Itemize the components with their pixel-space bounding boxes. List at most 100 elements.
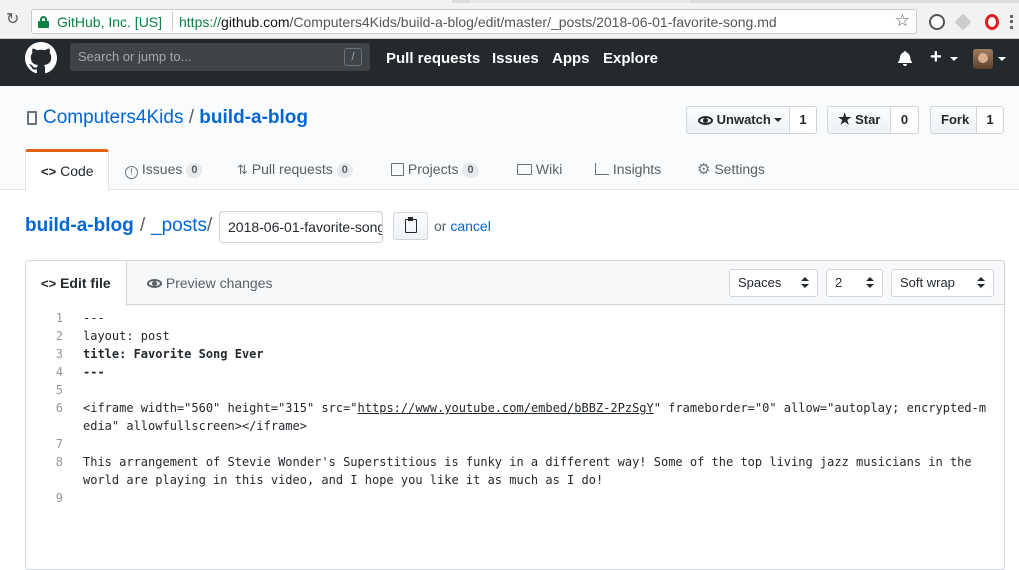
tab-settings-label: Settings bbox=[714, 161, 765, 177]
repo-title: Computers4Kids / build-a-blog bbox=[43, 107, 308, 129]
line-number: 9 bbox=[55, 491, 63, 505]
git-pull-request-icon: ⇅ bbox=[237, 162, 248, 177]
code-area[interactable]: 1 --- 2 layout: post 3 title: Favorite S… bbox=[26, 309, 1004, 507]
extension-icon[interactable] bbox=[929, 14, 945, 30]
code-line: 1 --- bbox=[26, 309, 1004, 327]
preview-changes-tab[interactable]: Preview changes bbox=[147, 261, 273, 305]
watch-count[interactable]: 1 bbox=[790, 106, 817, 134]
filename-input[interactable]: 2018-06-01-favorite-song.md bbox=[219, 211, 383, 243]
opera-extension-icon[interactable] bbox=[985, 14, 999, 30]
chevron-down-icon bbox=[774, 118, 783, 122]
nav-pull-requests[interactable]: Pull requests bbox=[386, 50, 480, 67]
tab-settings[interactable]: ⚙ Settings bbox=[697, 149, 765, 190]
code-line: 9 bbox=[26, 489, 1004, 507]
tab-issues[interactable]: ! Issues 0 bbox=[125, 149, 203, 190]
clippy-icon bbox=[404, 217, 417, 233]
github-logo-icon[interactable] bbox=[25, 42, 57, 74]
line-number: 7 bbox=[55, 437, 63, 451]
address-bar[interactable]: GitHub, Inc. [US] https://github.com/Com… bbox=[31, 9, 917, 34]
select-arrows-icon bbox=[801, 277, 809, 289]
graph-icon bbox=[595, 163, 609, 175]
code-icon: <> bbox=[41, 164, 57, 179]
line-number: 1 bbox=[55, 311, 63, 325]
star-button[interactable]: ★ Star bbox=[827, 106, 891, 134]
url-divider bbox=[172, 12, 173, 30]
eye-icon bbox=[698, 116, 713, 125]
select-arrows-icon bbox=[866, 277, 874, 289]
indent-mode-value: Spaces bbox=[738, 275, 782, 290]
tab-insights-label: Insights bbox=[612, 161, 662, 177]
tab-projects[interactable]: Projects 0 bbox=[391, 149, 479, 190]
lock-icon bbox=[38, 16, 49, 28]
edit-file-tab[interactable]: <> Edit file bbox=[26, 261, 127, 306]
unwatch-label: Unwatch bbox=[716, 112, 771, 127]
breadcrumb-separator: / bbox=[140, 215, 146, 236]
create-new-plus-icon[interactable]: + bbox=[930, 46, 942, 69]
tab-projects-label: Projects bbox=[407, 161, 459, 177]
code-line: 2 layout: post bbox=[26, 327, 1004, 345]
repo-owner-link[interactable]: Computers4Kids bbox=[43, 107, 183, 128]
chevron-down-icon bbox=[950, 57, 958, 61]
search-input[interactable]: Search or jump to... / bbox=[70, 43, 370, 71]
youtube-embed-url[interactable]: https://www.youtube.com/embed/bBBZ-2PzSg… bbox=[358, 401, 654, 415]
unwatch-button[interactable]: Unwatch bbox=[686, 106, 790, 134]
editor-toolbar: <> Edit file Preview changes Spaces 2 So… bbox=[26, 261, 1004, 306]
chevron-down-icon bbox=[998, 57, 1006, 61]
code-line: 8 This arrangement of Stevie Wonder's Su… bbox=[26, 453, 1004, 489]
reload-icon[interactable]: ↻ bbox=[6, 11, 22, 29]
gear-icon: ⚙ bbox=[697, 161, 711, 178]
line-number: 8 bbox=[55, 455, 63, 469]
tab-pull-requests[interactable]: ⇅ Pull requests 0 bbox=[237, 149, 353, 190]
nav-explore[interactable]: Explore bbox=[603, 50, 658, 67]
line-text: --- bbox=[83, 311, 105, 325]
star-count[interactable]: 0 bbox=[891, 106, 919, 134]
user-avatar[interactable] bbox=[973, 49, 993, 69]
edit-file-label: Edit file bbox=[60, 275, 111, 291]
project-icon bbox=[391, 163, 404, 176]
tab-insights[interactable]: Insights bbox=[595, 149, 661, 190]
notifications-bell-icon[interactable] bbox=[898, 50, 912, 66]
tab-code-label: Code bbox=[60, 163, 94, 179]
code-line: 6 <iframe width="560" height="315" src="… bbox=[26, 399, 1004, 435]
clipboard-button[interactable] bbox=[393, 212, 428, 240]
indent-size-select[interactable]: 2 bbox=[826, 269, 883, 297]
bookmark-star-icon[interactable]: ☆ bbox=[895, 11, 910, 31]
code-line: 4 --- bbox=[26, 363, 1004, 381]
eye-icon bbox=[147, 279, 162, 288]
browser-toolbar: ↻ GitHub, Inc. [US] https://github.com/C… bbox=[0, 3, 1019, 39]
repo-icon bbox=[27, 111, 37, 125]
tab-code[interactable]: <> Code bbox=[25, 149, 109, 191]
search-shortcut-hint: / bbox=[344, 48, 362, 66]
tab-wiki[interactable]: Wiki bbox=[517, 149, 562, 190]
repo-header: Computers4Kids / build-a-blog Unwatch 1 … bbox=[0, 86, 1019, 191]
wrap-mode-value: Soft wrap bbox=[900, 275, 955, 290]
iframe-open-tag: <iframe width="560" height="315" src=" bbox=[83, 401, 358, 415]
line-text: layout: post bbox=[83, 329, 170, 343]
line-text: --- bbox=[83, 365, 105, 379]
line-number: 5 bbox=[55, 383, 63, 397]
fork-button[interactable]: Fork bbox=[930, 106, 977, 134]
browser-menu-icon[interactable] bbox=[1010, 15, 1013, 29]
drive-extension-icon[interactable] bbox=[954, 13, 972, 31]
code-icon: <> bbox=[41, 276, 57, 291]
line-number: 4 bbox=[55, 365, 63, 379]
cancel-link[interactable]: cancel bbox=[450, 218, 490, 234]
code-line: 3 title: Favorite Song Ever bbox=[26, 345, 1004, 363]
tab-wiki-label: Wiki bbox=[535, 161, 563, 177]
nav-issues[interactable]: Issues bbox=[492, 50, 539, 67]
github-header: Search or jump to... / Pull requests Iss… bbox=[0, 39, 1019, 86]
wrap-mode-select[interactable]: Soft wrap bbox=[891, 269, 994, 297]
repo-name-link[interactable]: build-a-blog bbox=[199, 107, 308, 128]
url-text[interactable]: https://github.com/Computers4Kids/build-… bbox=[179, 14, 777, 30]
nav-apps[interactable]: Apps bbox=[552, 50, 590, 67]
preview-changes-label: Preview changes bbox=[165, 275, 273, 291]
breadcrumb-folder-link[interactable]: _posts bbox=[151, 215, 207, 237]
breadcrumb-repo-link[interactable]: build-a-blog bbox=[25, 215, 134, 237]
breadcrumb-separator: / bbox=[207, 215, 213, 236]
tab-issues-label: Issues bbox=[141, 161, 183, 177]
fork-count[interactable]: 1 bbox=[977, 106, 1004, 134]
star-icon: ★ bbox=[838, 111, 852, 128]
book-icon bbox=[517, 164, 532, 175]
indent-mode-select[interactable]: Spaces bbox=[729, 269, 818, 297]
code-line: 7 bbox=[26, 435, 1004, 453]
